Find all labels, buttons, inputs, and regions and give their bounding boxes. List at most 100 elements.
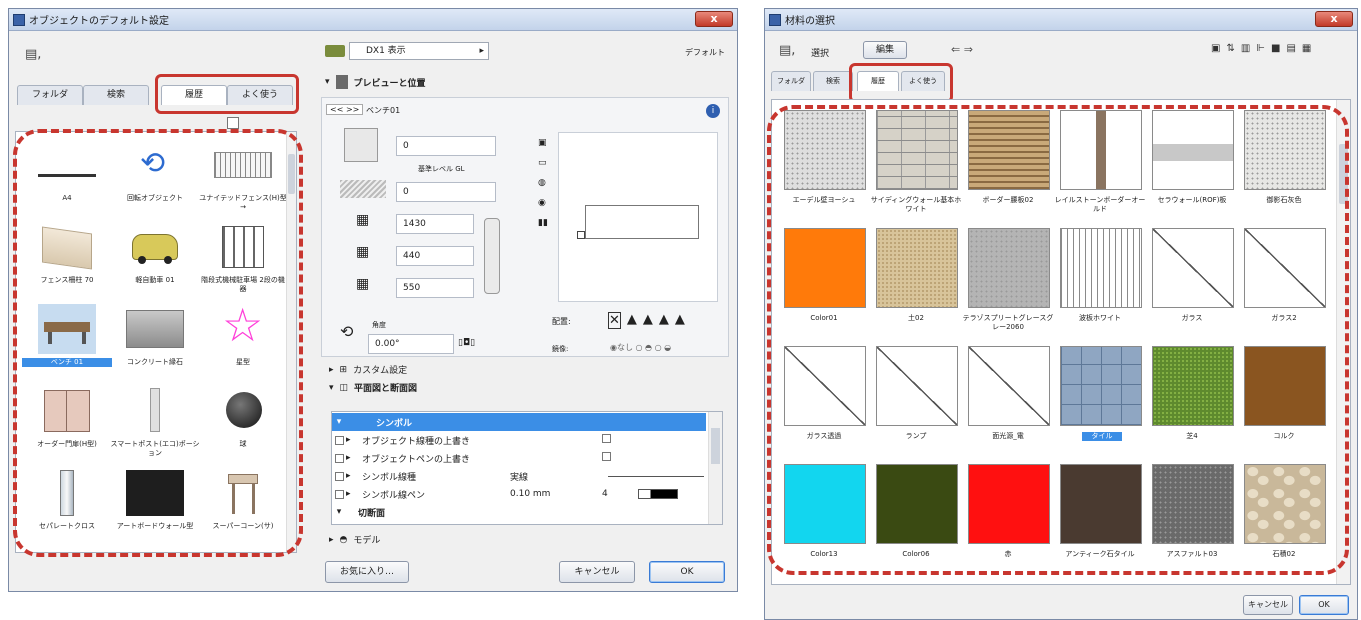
back-forward-icons[interactable]: ⇐ ⇒ xyxy=(951,43,973,56)
settings-row[interactable]: ▸ シンボル線種 実線 xyxy=(332,467,706,485)
mirror-label: 鏡像: xyxy=(552,345,569,353)
anchor-right-icon[interactable]: ▲ xyxy=(675,312,685,329)
row-expander-icon[interactable]: ▾ xyxy=(332,417,346,427)
line-type-preview[interactable] xyxy=(608,475,704,477)
view-menu-button[interactable]: ▤, xyxy=(25,47,41,62)
list-view-icon[interactable]: ▥ xyxy=(1241,43,1250,54)
preview-section-header[interactable]: ▾ プレビューと位置 xyxy=(325,75,426,89)
left-tab-1[interactable]: 検索 xyxy=(83,85,149,105)
shade-view-icon[interactable]: ◉ xyxy=(538,198,548,208)
elevation-icon xyxy=(344,128,378,162)
row-checkbox[interactable] xyxy=(332,435,346,445)
list-scrollbar[interactable] xyxy=(708,412,722,524)
row-type-icon: ▸ xyxy=(346,435,351,445)
view-toggle-icons: ▣ ▭ ◍ ◉ ▮▮ xyxy=(538,138,548,228)
settings-row[interactable]: ▸ オブジェクトペンの上書き xyxy=(332,449,706,467)
row-value: 実線 xyxy=(510,472,529,483)
favorites-button[interactable]: お気に入り… xyxy=(325,561,409,583)
dimension-a-field[interactable]: 1430 xyxy=(396,214,474,234)
settings-row[interactable]: ▾ シンボル xyxy=(332,413,706,431)
left-close-button[interactable]: x xyxy=(695,11,733,27)
object-default-settings-dialog: オブジェクトのデフォルト設定 x ▤, フォルダ 検索 履歴 よく使う A4 ⟲ 回転オブ… xyxy=(8,8,738,592)
row-value: 0.10 mm xyxy=(510,489,551,499)
layer-select[interactable]: DX1 表示 ▸ xyxy=(349,42,489,60)
right-ok-button[interactable]: OK xyxy=(1299,595,1349,615)
material-selection-dialog: 材料の選択 x ▤, 選択 編集 ⇐ ⇒ ▣ ⇅ ▥ ⊩ ■ ▤ ▦ フォルダ検… xyxy=(764,8,1358,620)
left-cancel-button[interactable]: キャンセル xyxy=(559,561,635,583)
row-label: シンボル xyxy=(376,418,413,429)
custom-section-header[interactable]: ▸ ⊞ カスタム設定 xyxy=(329,363,408,377)
angle-field[interactable]: 0.00° xyxy=(368,334,454,354)
dimension-b-field[interactable]: 440 xyxy=(396,246,474,266)
3d-view-icon[interactable]: ◍ xyxy=(538,178,548,188)
left-tab-0[interactable]: フォルダ xyxy=(17,85,83,105)
pen-color-swatch[interactable] xyxy=(638,489,678,499)
right-close-button[interactable]: x xyxy=(1315,11,1353,27)
library-highlight-dashed xyxy=(13,129,303,557)
model-section-title: モデル xyxy=(353,536,381,546)
settings-row[interactable]: ▸ シンボル線ペン 0.10 mm 4 xyxy=(332,485,706,503)
height-icon: ▦ xyxy=(356,276,370,292)
right-window-title: 材料の選択 xyxy=(785,16,835,27)
sort-icon[interactable]: ⇅ xyxy=(1226,43,1234,54)
tab-highlight-box xyxy=(155,74,299,114)
default-label: デフォルト xyxy=(685,48,725,57)
anchor-top-icon[interactable]: ▲ xyxy=(643,312,653,329)
anchor-icons[interactable]: ✕ ▲ ▲ ▲ ▲ xyxy=(608,312,685,329)
row-label: オブジェクトペンの上書き xyxy=(362,454,471,465)
left-title-bar: オブジェクトのデフォルト設定 x xyxy=(9,9,737,31)
detail-view-icon[interactable]: ■ xyxy=(1271,43,1280,54)
anchor-left-icon[interactable]: ▲ xyxy=(659,312,669,329)
mirror-options[interactable]: ◉なし ○ ◓ ○ ◒ xyxy=(610,342,671,353)
section-view-icon[interactable]: ▭ xyxy=(538,158,548,168)
edit-button[interactable]: 編集 xyxy=(863,41,907,59)
row-checkbox[interactable] xyxy=(332,489,346,499)
override-checkbox[interactable] xyxy=(602,434,611,446)
plan-view-icon[interactable]: ▣ xyxy=(538,138,548,148)
row-expander-icon[interactable]: ▾ xyxy=(332,507,346,517)
elevation-field[interactable]: 0 xyxy=(396,136,496,156)
custom-settings-icon: ⊞ xyxy=(339,364,348,375)
pen-number[interactable]: 4 xyxy=(602,489,638,499)
nav-buttons[interactable]: << >> xyxy=(326,104,364,115)
chain-link-icon[interactable] xyxy=(484,218,500,294)
icon-view-icon[interactable] xyxy=(227,117,239,129)
tab-highlight-box xyxy=(849,63,953,103)
model-section-header[interactable]: ▸ ◓ モデル xyxy=(329,533,381,547)
info-icon[interactable]: i xyxy=(706,104,720,118)
settings-row[interactable]: ▾ 切断面 xyxy=(332,503,706,521)
row-type-icon: ▸ xyxy=(346,471,351,481)
settings-row[interactable]: ▸ オブジェクト線種の上書き xyxy=(332,431,706,449)
dimension-c-field[interactable]: 550 xyxy=(396,278,474,298)
right-tab-0[interactable]: フォルダ xyxy=(771,71,811,91)
right-cancel-button[interactable]: キャンセル xyxy=(1243,595,1293,615)
row-checkbox[interactable] xyxy=(332,471,346,481)
grid-view-icon[interactable]: ▣ xyxy=(1211,43,1220,54)
custom-section-title: カスタム設定 xyxy=(353,366,408,376)
bench-plan-outline xyxy=(585,205,699,239)
elevation-view-icon[interactable]: ▮▮ xyxy=(538,218,548,228)
icon-view-icon[interactable]: ▤ xyxy=(1286,43,1295,54)
offset-field[interactable]: 0 xyxy=(396,182,496,202)
row-type-icon: ▸ xyxy=(346,453,351,463)
row-checkbox[interactable] xyxy=(332,453,346,463)
ref-level-label[interactable]: 基準レベル GL xyxy=(418,164,465,174)
plan-section-header[interactable]: ▾ ◫ 平面図と断面図 xyxy=(329,381,418,395)
anchor-center-icon[interactable]: ✕ xyxy=(608,312,621,329)
tree-view-icon[interactable]: ⊩ xyxy=(1256,43,1265,54)
plan-section-title: 平面図と断面図 xyxy=(354,384,418,394)
collapse-arrow-icon: ▾ xyxy=(325,77,330,87)
plan-section-icon: ◫ xyxy=(339,382,349,393)
view-menu-button[interactable]: ▤, xyxy=(779,43,795,58)
row-label: シンボル線ペン xyxy=(362,490,426,501)
angle-options[interactable]: ▯◘▯ xyxy=(458,338,475,348)
preview-section-title: プレビューと位置 xyxy=(353,78,426,89)
anchor-label: 配置: xyxy=(552,317,571,326)
left-ok-button[interactable]: OK xyxy=(649,561,725,583)
depth-icon: ▦ xyxy=(356,244,370,260)
anchor-bottom-icon[interactable]: ▲ xyxy=(627,312,637,329)
preview-pane-icon[interactable]: ▦ xyxy=(1302,43,1311,54)
right-tab-1[interactable]: 検索 xyxy=(813,71,853,91)
override-checkbox[interactable] xyxy=(602,452,611,464)
layer-icon xyxy=(325,45,345,57)
